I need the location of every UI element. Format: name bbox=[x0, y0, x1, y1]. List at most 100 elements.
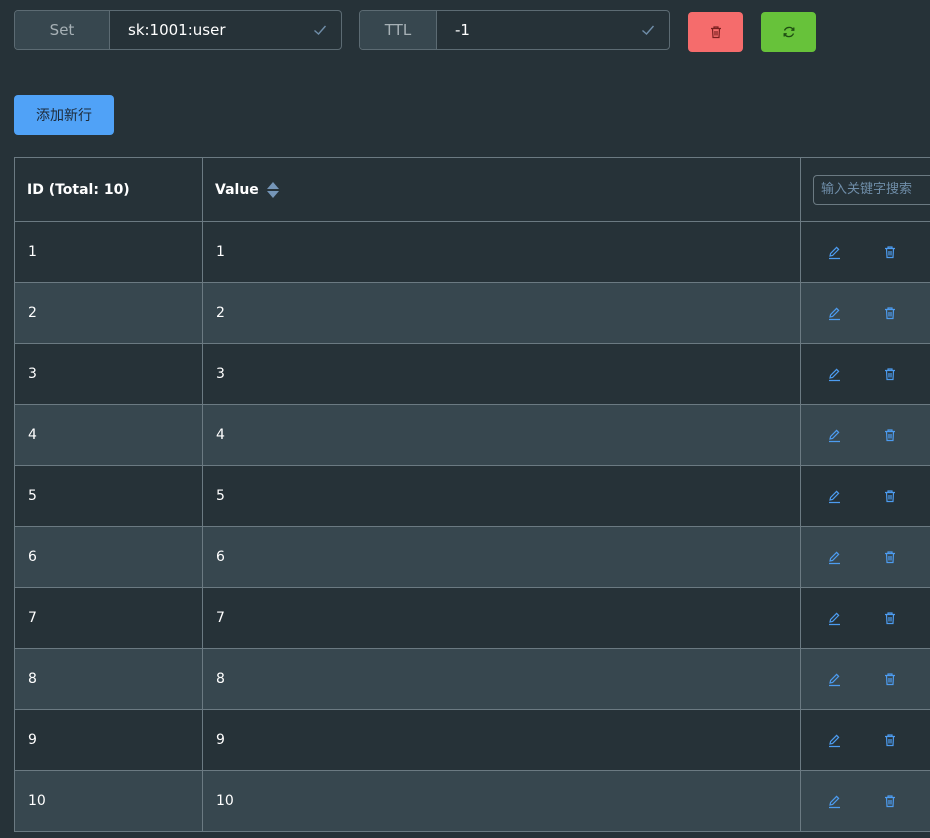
row-actions bbox=[800, 710, 930, 770]
row-actions bbox=[800, 344, 930, 404]
trash-icon bbox=[710, 26, 721, 39]
edit-icon bbox=[828, 551, 840, 564]
row-id: 5 bbox=[14, 466, 202, 526]
sort-icon[interactable] bbox=[266, 181, 279, 198]
key-input-group: Set sk:1001:user bbox=[14, 10, 342, 50]
trash-icon bbox=[885, 246, 895, 259]
row-actions bbox=[800, 283, 930, 343]
ttl-value: -1 bbox=[455, 21, 470, 39]
row-id: 6 bbox=[14, 527, 202, 587]
row-id: 7 bbox=[14, 588, 202, 648]
row-value: 8 bbox=[202, 649, 800, 709]
edit-button[interactable] bbox=[822, 301, 846, 325]
trash-icon bbox=[885, 368, 895, 381]
trash-icon bbox=[885, 734, 895, 747]
row-actions bbox=[800, 527, 930, 587]
id-column-header: ID (Total: 10) bbox=[14, 158, 202, 221]
delete-row-button[interactable] bbox=[878, 301, 902, 325]
table-row: 10 10 bbox=[14, 771, 930, 832]
delete-row-button[interactable] bbox=[878, 423, 902, 447]
ttl-input-group: TTL -1 bbox=[359, 10, 670, 50]
delete-row-button[interactable] bbox=[878, 728, 902, 752]
edit-icon bbox=[828, 307, 840, 320]
edit-button[interactable] bbox=[822, 362, 846, 386]
add-row-button[interactable]: 添加新行 bbox=[14, 95, 114, 135]
row-id: 2 bbox=[14, 283, 202, 343]
edit-button[interactable] bbox=[822, 789, 846, 813]
check-icon[interactable] bbox=[641, 23, 655, 37]
toolbar: Set sk:1001:user TTL -1 bbox=[14, 10, 914, 52]
ttl-input[interactable]: -1 bbox=[437, 11, 669, 49]
type-label: Set bbox=[15, 11, 110, 49]
edit-button[interactable] bbox=[822, 484, 846, 508]
value-column-header[interactable]: Value bbox=[202, 158, 800, 221]
row-actions bbox=[800, 466, 930, 526]
trash-icon bbox=[885, 307, 895, 320]
row-actions bbox=[800, 771, 930, 831]
search-column-header bbox=[800, 158, 930, 221]
row-actions bbox=[800, 222, 930, 282]
trash-icon bbox=[885, 429, 895, 442]
table-row: 77 bbox=[14, 588, 930, 649]
search-input[interactable] bbox=[813, 174, 930, 205]
table-header: ID (Total: 10) Value bbox=[14, 158, 930, 222]
edit-button[interactable] bbox=[822, 545, 846, 569]
delete-key-button[interactable] bbox=[688, 12, 743, 52]
trash-icon bbox=[885, 490, 895, 503]
trash-icon bbox=[885, 673, 895, 686]
refresh-button[interactable] bbox=[761, 12, 816, 52]
edit-button[interactable] bbox=[822, 667, 846, 691]
trash-icon bbox=[885, 795, 895, 808]
row-value: 10 bbox=[202, 771, 800, 831]
edit-icon bbox=[828, 795, 840, 808]
table-row: 66 bbox=[14, 527, 930, 588]
table-body: 1 1 2 2 3 3 4 4 5 5 6 6 7 7 8 8 9 9 10 10 bbox=[14, 222, 930, 832]
edit-button[interactable] bbox=[822, 728, 846, 752]
value-header-label: Value bbox=[215, 181, 259, 198]
row-actions bbox=[800, 588, 930, 648]
row-value: 7 bbox=[202, 588, 800, 648]
delete-row-button[interactable] bbox=[878, 545, 902, 569]
row-value: 3 bbox=[202, 344, 800, 404]
table-row: 55 bbox=[14, 466, 930, 527]
edit-icon bbox=[828, 429, 840, 442]
key-name-input[interactable]: sk:1001:user bbox=[110, 11, 341, 49]
row-id: 1 bbox=[14, 222, 202, 282]
edit-icon bbox=[828, 673, 840, 686]
row-value: 1 bbox=[202, 222, 800, 282]
row-id: 3 bbox=[14, 344, 202, 404]
row-id: 9 bbox=[14, 710, 202, 770]
row-id: 4 bbox=[14, 405, 202, 465]
row-id: 10 bbox=[14, 771, 202, 831]
row-value: 5 bbox=[202, 466, 800, 526]
delete-row-button[interactable] bbox=[878, 789, 902, 813]
table-row: 44 bbox=[14, 405, 930, 466]
edit-icon bbox=[828, 490, 840, 503]
edit-button[interactable] bbox=[822, 606, 846, 630]
table-row: 33 bbox=[14, 344, 930, 405]
row-value: 2 bbox=[202, 283, 800, 343]
table-row: 11 bbox=[14, 222, 930, 283]
delete-row-button[interactable] bbox=[878, 606, 902, 630]
row-value: 4 bbox=[202, 405, 800, 465]
edit-icon bbox=[828, 368, 840, 381]
check-icon[interactable] bbox=[313, 23, 327, 37]
table-row: 22 bbox=[14, 283, 930, 344]
edit-icon bbox=[828, 612, 840, 625]
row-actions bbox=[800, 405, 930, 465]
refresh-icon bbox=[783, 26, 794, 38]
delete-row-button[interactable] bbox=[878, 362, 902, 386]
delete-row-button[interactable] bbox=[878, 667, 902, 691]
table-row: 88 bbox=[14, 649, 930, 710]
edit-icon bbox=[828, 734, 840, 747]
edit-button[interactable] bbox=[822, 240, 846, 264]
delete-row-button[interactable] bbox=[878, 484, 902, 508]
edit-button[interactable] bbox=[822, 423, 846, 447]
row-id: 8 bbox=[14, 649, 202, 709]
trash-icon bbox=[885, 551, 895, 564]
row-value: 9 bbox=[202, 710, 800, 770]
ttl-label: TTL bbox=[360, 11, 437, 49]
table-row: 99 bbox=[14, 710, 930, 771]
delete-row-button[interactable] bbox=[878, 240, 902, 264]
edit-icon bbox=[828, 246, 840, 259]
